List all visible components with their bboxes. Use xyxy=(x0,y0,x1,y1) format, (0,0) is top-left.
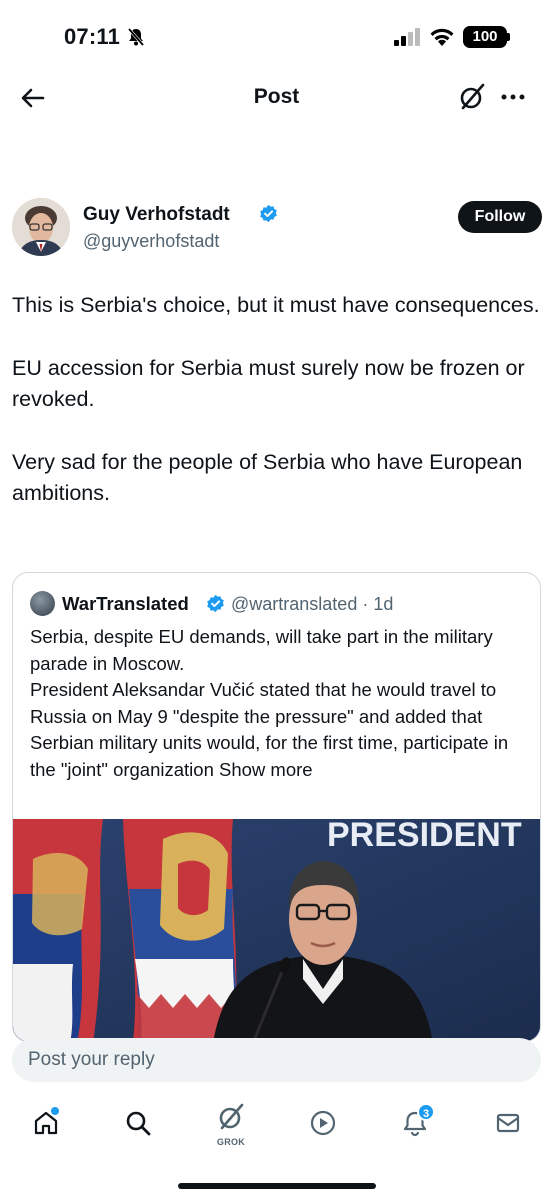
battery-indicator: 100 xyxy=(463,26,507,48)
wifi-icon xyxy=(428,26,456,53)
author-name[interactable]: Guy Verhofstadt xyxy=(83,204,230,226)
nav-messages[interactable] xyxy=(486,1103,530,1147)
post-paragraph: This is Serbia's choice, but it must hav… xyxy=(12,293,540,317)
grok-icon[interactable] xyxy=(457,82,487,117)
quoted-author-handle-time: @wartranslated · 1d xyxy=(231,594,394,614)
verified-badge-icon xyxy=(206,594,225,618)
quoted-author-name: WarTranslated xyxy=(62,593,189,614)
notifications-badge: 3 xyxy=(417,1103,435,1121)
unread-dot xyxy=(51,1107,59,1115)
show-more-link[interactable]: Show more xyxy=(219,759,313,780)
grok-label: GROK xyxy=(216,1137,246,1147)
bell-muted-icon xyxy=(126,27,146,52)
quoted-text-line: Serbia, despite EU demands, will take pa… xyxy=(30,626,493,674)
quoted-post-text: Serbia, despite EU demands, will take pa… xyxy=(30,624,530,783)
quoted-author-avatar xyxy=(30,591,55,616)
bottom-navigation: GROK 3 xyxy=(0,1095,553,1155)
top-app-bar: Post xyxy=(0,75,553,121)
quoted-post-image[interactable]: PRESIDENT xyxy=(13,819,540,1041)
post-paragraph: EU accession for Serbia must surely now … xyxy=(12,355,525,412)
nav-search[interactable] xyxy=(116,1103,160,1147)
reply-input[interactable] xyxy=(12,1038,541,1082)
quoted-post-card[interactable]: WarTranslated @wartranslated · 1d Serbia… xyxy=(12,572,541,1042)
grok-icon xyxy=(216,1102,246,1137)
mail-icon xyxy=(494,1109,522,1142)
nav-notifications[interactable]: 3 xyxy=(393,1103,437,1147)
post-author: Guy Verhofstadt @guyverhofstadt Follow xyxy=(12,198,542,262)
status-bar: 07:11 100 xyxy=(0,0,553,75)
reply-composer[interactable] xyxy=(12,1038,541,1082)
status-time: 07:11 xyxy=(64,24,121,49)
more-options-icon[interactable] xyxy=(498,82,528,117)
home-indicator xyxy=(178,1183,376,1189)
nav-video[interactable] xyxy=(301,1103,345,1147)
verified-badge-icon xyxy=(259,204,278,228)
cellular-signal-icon xyxy=(394,28,422,51)
post-paragraph: Very sad for the people of Serbia who ha… xyxy=(12,449,523,506)
nav-grok[interactable]: GROK xyxy=(209,1103,253,1147)
image-overlay-text: PRESIDENT xyxy=(327,819,522,854)
author-handle[interactable]: @guyverhofstadt xyxy=(83,231,219,252)
author-avatar[interactable] xyxy=(12,198,70,256)
play-circle-icon xyxy=(309,1109,337,1142)
nav-home[interactable] xyxy=(24,1103,68,1147)
search-icon xyxy=(124,1109,152,1142)
battery-tip xyxy=(507,33,510,41)
follow-button[interactable]: Follow xyxy=(458,201,542,233)
post-body: This is Serbia's choice, but it must hav… xyxy=(12,290,540,541)
